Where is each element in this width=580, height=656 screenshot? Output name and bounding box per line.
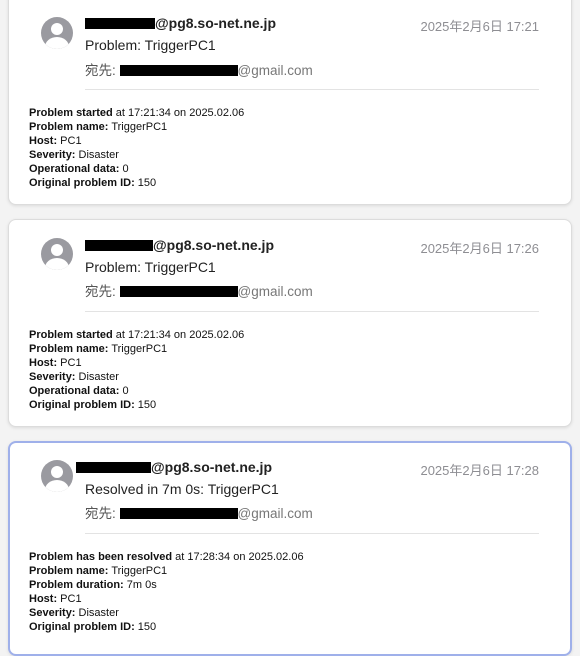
redacted-recipient-name [119, 286, 238, 297]
body-line: Severity: Disaster [29, 607, 119, 619]
email-message-1[interactable]: @pg8.so-net.ne.jp 2025年2月6日 17:21 Proble… [8, 0, 572, 205]
body-line: Severity: Disaster [29, 149, 119, 161]
body-line: Operational data: 0 [29, 385, 129, 397]
body-line: Operational data: 0 [29, 163, 129, 175]
email-message-3[interactable]: @pg8.so-net.ne.jp 2025年2月6日 17:28 Resolv… [8, 441, 572, 656]
body-line: Problem started at 17:21:34 on 2025.02.0… [29, 107, 245, 119]
recipient-line[interactable]: 宛先: @gmail.com [85, 59, 313, 79]
email-date: 2025年2月6日 17:21 [420, 19, 539, 34]
email-body: Problem started at 17:21:34 on 2025.02.0… [29, 106, 244, 190]
body-line: Problem name: TriggerPC1 [29, 565, 168, 577]
sender-address[interactable]: @pg8.so-net.ne.jp [85, 15, 276, 31]
body-line: Problem has been resolved at 17:28:34 on… [29, 551, 304, 563]
redacted-recipient-name [119, 508, 238, 519]
avatar-icon [41, 238, 73, 270]
sender-address[interactable]: @pg8.so-net.ne.jp [85, 237, 274, 253]
recipient-line[interactable]: 宛先: @gmail.com [85, 280, 313, 300]
email-date: 2025年2月6日 17:28 [420, 463, 539, 478]
email-message-2[interactable]: @pg8.so-net.ne.jp 2025年2月6日 17:26 Proble… [8, 219, 572, 427]
header-divider [85, 533, 539, 534]
redacted-sender-name [85, 18, 155, 29]
body-line: Original problem ID: 150 [29, 621, 157, 633]
email-body: Problem has been resolved at 17:28:34 on… [29, 550, 304, 634]
avatar-icon [41, 460, 73, 492]
recipient-label: 宛先: [85, 63, 116, 78]
sender-domain: @pg8.so-net.ne.jp [155, 15, 276, 31]
redacted-sender-name [85, 240, 153, 251]
recipient-label: 宛先: [85, 284, 116, 299]
sender-domain: @pg8.so-net.ne.jp [151, 459, 272, 475]
body-line: Host: PC1 [29, 357, 82, 369]
header-divider [85, 311, 539, 312]
recipient-domain: @gmail.com [237, 284, 313, 299]
recipient-domain: @gmail.com [237, 63, 313, 78]
redacted-recipient-name [119, 65, 238, 76]
body-line: Problem name: TriggerPC1 [29, 121, 168, 133]
header-divider [85, 89, 539, 90]
body-line: Host: PC1 [29, 593, 82, 605]
body-line: Severity: Disaster [29, 371, 119, 383]
body-line: Host: PC1 [29, 135, 82, 147]
email-subject: Problem: TriggerPC1 [85, 37, 216, 53]
avatar-icon [41, 17, 73, 49]
body-line: Original problem ID: 150 [29, 399, 157, 411]
body-line: Problem duration: 7m 0s [29, 579, 157, 591]
body-line: Original problem ID: 150 [29, 177, 157, 189]
email-body: Problem started at 17:21:34 on 2025.02.0… [29, 328, 244, 412]
recipient-domain: @gmail.com [237, 506, 313, 521]
sender-address[interactable]: @pg8.so-net.ne.jp [76, 459, 272, 475]
email-subject: Problem: TriggerPC1 [85, 259, 216, 275]
body-line: Problem name: TriggerPC1 [29, 343, 168, 355]
recipient-label: 宛先: [85, 506, 116, 521]
redacted-sender-name [76, 462, 151, 473]
sender-domain: @pg8.so-net.ne.jp [153, 237, 274, 253]
recipient-line[interactable]: 宛先: @gmail.com [85, 502, 313, 522]
body-line: Problem started at 17:21:34 on 2025.02.0… [29, 329, 245, 341]
email-date: 2025年2月6日 17:26 [420, 241, 539, 256]
email-subject: Resolved in 7m 0s: TriggerPC1 [85, 481, 279, 497]
